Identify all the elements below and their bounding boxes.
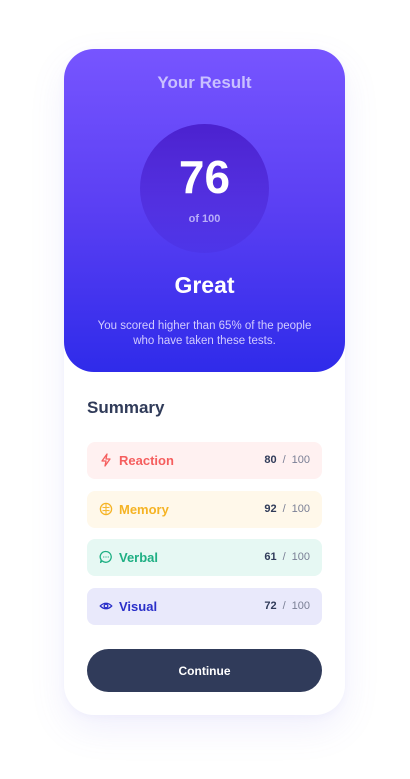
summary-item-score: 92 / 100 (264, 503, 310, 515)
score-separator: / (282, 503, 286, 515)
summary-item-label: Visual (119, 599, 158, 614)
summary-item-visual: Visual 72 / 100 (87, 588, 322, 625)
result-title: Your Result (157, 73, 252, 92)
summary-item-label: Memory (119, 502, 169, 517)
result-panel: Your Result 76 of 100 Great You scored h… (64, 49, 345, 372)
results-card: Your Result 76 of 100 Great You scored h… (64, 49, 345, 715)
summary-item-reaction: Reaction 80 / 100 (87, 442, 322, 479)
chat-bubble-icon (99, 550, 113, 564)
score-value: 61 (264, 551, 277, 563)
eye-icon (99, 599, 113, 613)
brain-icon (99, 502, 113, 516)
rating-label: Great (174, 272, 235, 298)
summary-item-memory: Memory 92 / 100 (87, 491, 322, 528)
score-max: 100 (291, 454, 310, 466)
summary-item-score: 61 / 100 (264, 551, 310, 563)
summary-item-label: Reaction (119, 453, 174, 468)
score-value: 72 (264, 600, 277, 612)
summary-item-label: Verbal (119, 550, 159, 565)
score-separator: / (282, 551, 286, 563)
summary-item-score: 80 / 100 (264, 454, 310, 466)
summary-item-score: 72 / 100 (264, 600, 310, 612)
score-max: 100 (291, 600, 310, 612)
score-value: 76 (178, 151, 231, 203)
score-value: 92 (264, 503, 277, 515)
score-separator: / (282, 600, 286, 612)
score-max: 100 (291, 503, 310, 515)
score-separator: / (282, 454, 286, 466)
summary-title: Summary (87, 398, 165, 417)
score-value: 80 (264, 454, 277, 466)
score-max: 100 (291, 551, 310, 563)
result-description: You scored higher than 65% of the people… (97, 320, 312, 347)
score-of-label: of 100 (188, 213, 221, 225)
summary-item-verbal: Verbal 61 / 100 (87, 539, 322, 576)
lightning-icon (99, 453, 113, 467)
continue-button[interactable]: Continue (87, 649, 322, 692)
score-circle: 76 of 100 (140, 124, 269, 253)
